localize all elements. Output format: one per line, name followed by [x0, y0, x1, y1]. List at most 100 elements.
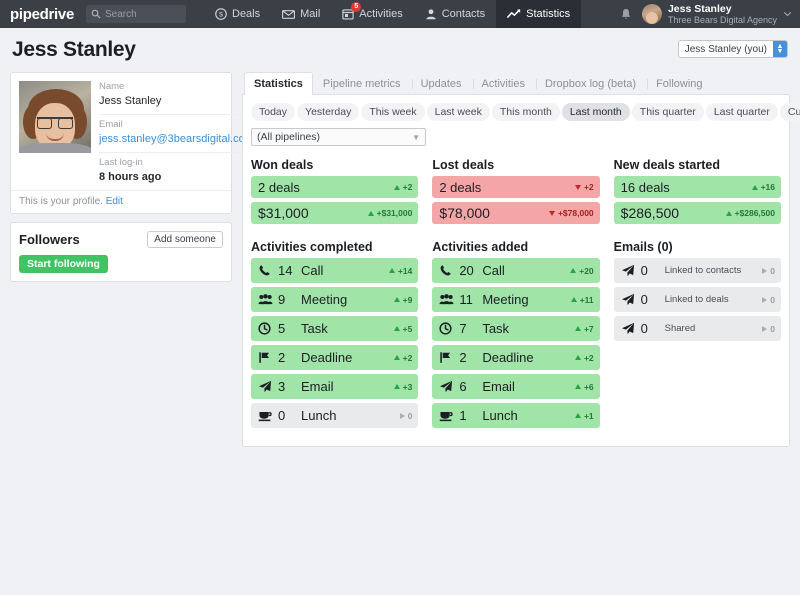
period-last-quarter[interactable]: Last quarter: [705, 103, 778, 121]
triangle-flat-icon: [762, 267, 768, 274]
activity-row[interactable]: 9 Meeting +9: [251, 287, 419, 312]
period-custom[interactable]: Custom period: [779, 103, 800, 121]
activity-row[interactable]: 11 Meeting +11: [432, 287, 600, 312]
stat-delta: +2: [574, 182, 594, 192]
activity-row[interactable]: 3 Email +3: [251, 374, 419, 399]
period-last-week[interactable]: Last week: [426, 103, 490, 121]
activity-row[interactable]: 2 Deadline +2: [251, 345, 419, 370]
triangle-up-icon: [388, 268, 395, 273]
period-this-month[interactable]: This month: [491, 103, 560, 121]
pipeline-filter-select[interactable]: (All pipelines) ▼: [251, 128, 426, 146]
tab-pipeline-metrics[interactable]: Pipeline metrics: [313, 72, 411, 95]
activity-delta-value: +3: [402, 381, 413, 392]
nav-item-mail[interactable]: Mail: [271, 0, 331, 28]
email-delta-value: 0: [770, 323, 775, 334]
activity-delta: +5: [393, 323, 413, 334]
activity-row[interactable]: 5 Task +5: [251, 316, 419, 341]
activity-delta: +1: [574, 411, 594, 421]
coffee-icon: [258, 409, 276, 422]
activity-count: 5: [278, 321, 286, 336]
field-value-email[interactable]: jess.stanley@3bearsdigital.com: [99, 132, 254, 147]
search-input[interactable]: [105, 8, 181, 20]
nav-label-mail: Mail: [300, 8, 321, 20]
activity-delta: +14: [388, 265, 413, 276]
email-row[interactable]: 0 Linked to deals 0: [613, 287, 781, 312]
activity-row[interactable]: 7 Task +7: [432, 316, 600, 341]
stat-delta: +16: [751, 182, 775, 192]
period-this-week[interactable]: This week: [361, 103, 425, 121]
user-menu[interactable]: Jess Stanley Three Bears Digital Agency: [641, 3, 792, 25]
activity-delta-value: +6: [583, 381, 594, 392]
period-last-month[interactable]: Last month: [561, 103, 630, 121]
activity-row[interactable]: 0 Lunch 0: [251, 403, 419, 428]
pipedrive-logo[interactable]: pipedrive: [0, 0, 84, 28]
tab-statistics[interactable]: Statistics: [244, 72, 313, 95]
start-following-button[interactable]: Start following: [19, 255, 108, 273]
activity-row[interactable]: 20 Call +20: [432, 258, 600, 283]
period-yesterday[interactable]: Yesterday: [297, 103, 360, 121]
column-title-new-deals: New deals started: [613, 158, 720, 172]
top-navigation-bar: pipedrive $ Deals Mail 5 Activities: [0, 0, 800, 28]
nav-item-statistics[interactable]: Statistics: [496, 0, 582, 28]
tab-dropbox-log[interactable]: Dropbox log (beta): [535, 72, 646, 95]
activity-label: Call: [482, 263, 505, 278]
activity-row[interactable]: 1 Lunch +1: [432, 403, 600, 428]
activity-delta-value: 0: [407, 410, 413, 421]
tab-updates[interactable]: Updates: [411, 72, 472, 95]
nav-item-deals[interactable]: $ Deals: [204, 0, 271, 28]
tab-following[interactable]: Following: [646, 72, 712, 95]
period-this-quarter[interactable]: This quarter: [631, 103, 704, 121]
user-filter-stepper-icon[interactable]: ▲ ▼: [773, 41, 787, 57]
stat-row[interactable]: 16 deals +16: [613, 176, 781, 198]
triangle-up-icon: [393, 184, 400, 190]
global-search[interactable]: [86, 5, 186, 23]
main-nav-items: $ Deals Mail 5 Activities Contacts Stati…: [204, 0, 582, 28]
chevron-down-icon[interactable]: [783, 9, 792, 20]
activity-count: 2: [459, 350, 467, 365]
stat-row[interactable]: 2 deals +2: [432, 176, 600, 198]
stat-row[interactable]: $31,000 +$31,000: [251, 202, 419, 224]
activity-label: Deadline: [482, 350, 534, 365]
stat-delta-value: +$286,500: [734, 208, 775, 218]
add-someone-button[interactable]: Add someone: [147, 231, 223, 248]
activity-count: 6: [459, 379, 467, 394]
triangle-down-icon: [548, 210, 555, 216]
field-label-last-login: Last log-in: [99, 157, 143, 168]
page-body: Jess Stanley (you) ▲▼ Jess Stanley Name: [0, 28, 800, 447]
edit-profile-link[interactable]: Edit: [106, 196, 123, 207]
activity-row[interactable]: 2 Deadline +2: [432, 345, 600, 370]
triangle-up-icon: [574, 384, 581, 389]
user-filter-select[interactable]: Jess Stanley (you) ▲ ▼: [677, 40, 788, 58]
clock-icon: [258, 322, 276, 335]
profile-footer-text: This is your profile.: [19, 196, 103, 207]
stat-row[interactable]: $286,500 +$286,500: [613, 202, 781, 224]
field-value-name: Jess Stanley: [99, 95, 162, 107]
activity-row[interactable]: 6 Email +6: [432, 374, 600, 399]
stat-delta-value: +2: [402, 182, 413, 192]
nav-item-activities[interactable]: 5 Activities: [331, 0, 413, 28]
activity-delta-value: +5: [402, 323, 413, 334]
profile-top: Name Jess Stanley Email jess.stanley@3be…: [11, 73, 260, 190]
email-delta: 0: [762, 266, 775, 276]
paperplane-icon: [439, 380, 457, 393]
nav-item-contacts[interactable]: Contacts: [414, 0, 496, 28]
email-row[interactable]: 0 Linked to contacts 0: [613, 258, 781, 283]
stat-value: 16 deals: [620, 179, 670, 195]
stat-value: 2 deals: [258, 179, 300, 195]
activity-column-added: Activities added 20 Call +20 11 Meeting …: [432, 240, 600, 432]
email-row[interactable]: 0 Shared 0: [613, 316, 781, 341]
period-today[interactable]: Today: [251, 103, 296, 121]
activity-delta-value: +14: [397, 265, 413, 276]
bell-icon[interactable]: [620, 8, 632, 21]
activity-row[interactable]: 14 Call +14: [251, 258, 419, 283]
deal-stats-grid: Won deals 2 deals +2 $31,000 +$31,000 Lo…: [251, 158, 781, 228]
tab-activities[interactable]: Activities: [472, 72, 535, 95]
page-title: Jess Stanley: [12, 38, 136, 61]
email-count: 0: [640, 292, 648, 307]
email-label: Shared: [664, 323, 696, 334]
triangle-up-icon: [570, 268, 577, 273]
stat-row[interactable]: 2 deals +2: [251, 176, 419, 198]
stat-row[interactable]: $78,000 +$78,000: [432, 202, 600, 224]
column-title-lost-deals: Lost deals: [432, 158, 495, 172]
triangle-up-icon: [393, 384, 400, 389]
